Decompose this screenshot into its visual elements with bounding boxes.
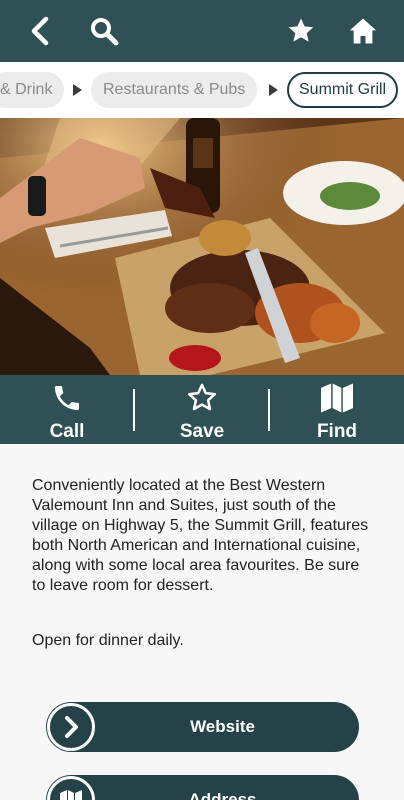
breadcrumb-item-summit-grill[interactable]: Summit Grill xyxy=(287,72,399,108)
save-label: Save xyxy=(179,421,225,442)
description-panel: Conveniently located at the Best Western… xyxy=(0,444,404,800)
address-label: Address xyxy=(188,790,257,800)
search-icon[interactable] xyxy=(86,13,122,49)
divider xyxy=(133,389,135,431)
find-label: Find xyxy=(316,421,358,442)
breadcrumb-separator-icon xyxy=(73,84,82,96)
breadcrumb-item-food-drink[interactable]: & Drink xyxy=(0,72,65,108)
breadcrumb: & Drink Restaurants & Pubs Summit Grill xyxy=(0,62,404,118)
hours-text: Open for dinner daily. xyxy=(32,632,184,649)
save-button[interactable]: Save xyxy=(142,375,262,444)
call-button[interactable]: Call xyxy=(7,375,127,444)
address-button[interactable]: Address xyxy=(46,775,359,800)
call-label: Call xyxy=(49,421,85,442)
top-app-bar xyxy=(0,0,404,62)
website-label: Website xyxy=(190,717,255,736)
star-outline-icon xyxy=(142,381,262,415)
description-text: Conveniently located at the Best Western… xyxy=(32,477,369,594)
find-button[interactable]: Find xyxy=(277,375,397,444)
website-button[interactable]: Website xyxy=(46,702,359,752)
back-arrow-icon[interactable] xyxy=(22,13,58,49)
map-icon xyxy=(277,381,397,415)
divider xyxy=(268,389,270,431)
star-icon[interactable] xyxy=(283,13,319,49)
restaurant-photo xyxy=(0,118,404,375)
breadcrumb-item-restaurants-pubs[interactable]: Restaurants & Pubs xyxy=(91,72,258,108)
phone-icon xyxy=(7,381,127,415)
action-bar: Call Save Find xyxy=(0,375,404,444)
breadcrumb-separator-icon xyxy=(269,84,278,96)
home-icon[interactable] xyxy=(345,13,381,49)
